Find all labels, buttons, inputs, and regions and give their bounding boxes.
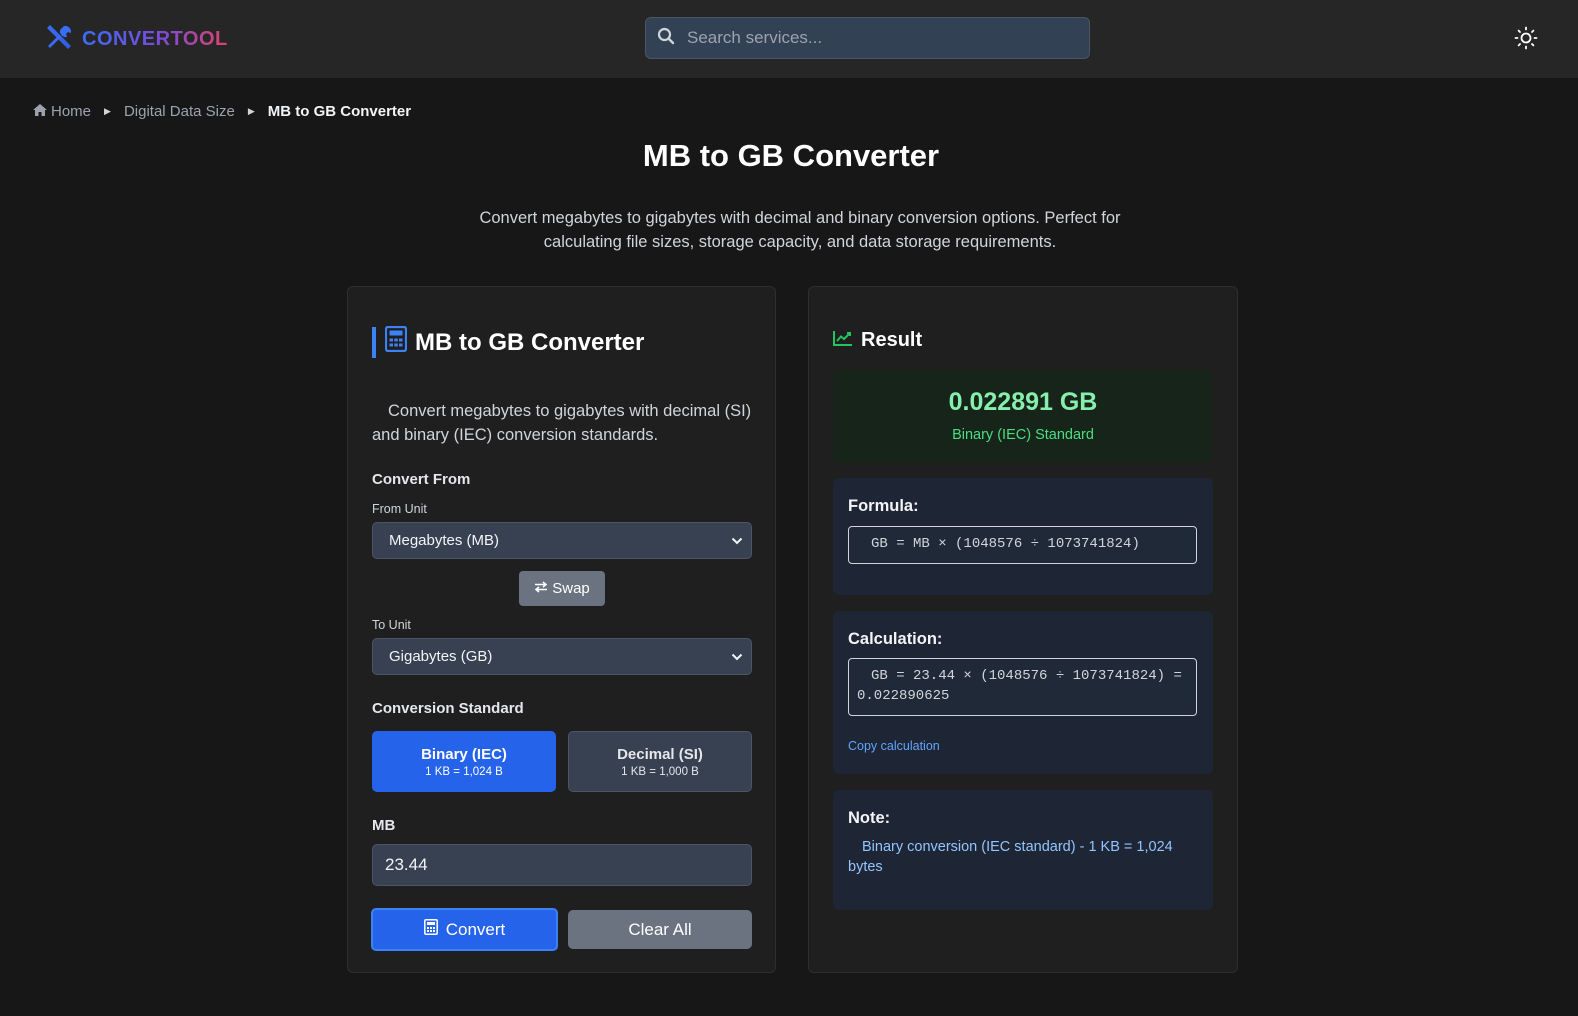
breadcrumb-category[interactable]: Digital Data Size	[124, 103, 235, 120]
converter-title: MB to GB Converter	[372, 325, 645, 359]
formula-text: GB = MB × (1048576 ÷ 1073741824)	[848, 526, 1197, 564]
search-icon	[657, 27, 675, 50]
clear-all-button[interactable]: Clear All	[568, 910, 752, 949]
search-box[interactable]	[645, 17, 1090, 59]
from-unit-select[interactable]: Megabytes (MB)	[372, 522, 752, 559]
from-unit-value: Megabytes (MB)	[389, 532, 500, 549]
breadcrumb-home-label: Home	[51, 103, 92, 120]
tools-icon	[44, 22, 74, 57]
result-standard: Binary (IEC) Standard	[952, 427, 1094, 443]
home-icon	[33, 103, 47, 120]
mb-input-label: MB	[372, 817, 396, 834]
result-display: 0.022891 GB Binary (IEC) Standard	[833, 370, 1213, 462]
result-value: 0.022891 GB	[948, 388, 1098, 416]
calculation-text: GB = 23.44 × (1048576 ÷ 1073741824) = 0.…	[848, 658, 1197, 716]
convert-from-label: Convert From	[372, 471, 471, 488]
page-description: Convert megabytes to gigabytes with deci…	[479, 209, 1121, 251]
decimal-standard-button[interactable]: Decimal (SI) 1 KB = 1,000 B	[568, 731, 752, 792]
chevron-down-icon	[731, 648, 743, 665]
binary-standard-button[interactable]: Binary (IEC) 1 KB = 1,024 B	[372, 731, 556, 792]
swap-arrows-icon	[534, 580, 548, 597]
to-unit-value: Gigabytes (GB)	[389, 648, 493, 665]
breadcrumb: Home ▶ Digital Data Size ▶ MB to GB Conv…	[33, 103, 411, 120]
converter-card: MB to GB Converter Convert megabytes to …	[347, 286, 776, 973]
formula-title: Formula:	[848, 497, 919, 515]
page-title: MB to GB Converter	[642, 138, 940, 173]
search-input[interactable]	[687, 28, 1067, 48]
chevron-right-icon: ▶	[247, 106, 255, 116]
swap-label: Swap	[552, 580, 590, 597]
convert-label: Convert	[445, 919, 506, 939]
calculator-icon	[423, 919, 438, 940]
calculation-title: Calculation:	[848, 630, 943, 648]
from-unit-label: From Unit	[372, 502, 427, 516]
to-unit-select[interactable]: Gigabytes (GB)	[372, 638, 752, 675]
mb-value-input[interactable]	[372, 844, 752, 886]
converter-intro: Convert megabytes to gigabytes with deci…	[372, 402, 752, 444]
to-unit-label: To Unit	[372, 618, 411, 632]
binary-standard-sub: 1 KB = 1,024 B	[425, 765, 503, 778]
converter-title-text: MB to GB Converter	[415, 328, 645, 356]
breadcrumb-current: MB to GB Converter	[267, 103, 412, 120]
result-title-text: Result	[861, 329, 923, 351]
swap-button[interactable]: Swap	[519, 571, 605, 606]
result-card: Result 0.022891 GB Binary (IEC) Standard…	[808, 286, 1238, 973]
copy-calculation-link[interactable]: Copy calculation	[848, 739, 940, 753]
chevron-down-icon	[731, 532, 743, 549]
decimal-standard-sub: 1 KB = 1,000 B	[621, 765, 699, 778]
top-navbar: CONVERTOOL	[0, 0, 1578, 78]
note-panel: Note: Binary conversion (IEC standard) -…	[833, 790, 1213, 910]
breadcrumb-home[interactable]: Home	[33, 103, 91, 120]
chart-line-icon	[833, 329, 853, 352]
brand-logo[interactable]: CONVERTOOL	[44, 22, 228, 57]
theme-toggle-sun-icon[interactable]	[1514, 26, 1538, 50]
calculation-panel: Calculation: GB = 23.44 × (1048576 ÷ 107…	[833, 611, 1213, 774]
binary-standard-name: Binary (IEC)	[421, 745, 507, 763]
decimal-standard-name: Decimal (SI)	[617, 745, 703, 763]
brand-name: CONVERTOOL	[82, 28, 228, 50]
conversion-standard-label: Conversion Standard	[372, 700, 524, 717]
note-title: Note:	[848, 809, 891, 827]
note-text: Binary conversion (IEC standard) - 1 KB …	[848, 839, 1173, 875]
convert-button[interactable]: Convert	[371, 908, 558, 951]
calculator-icon	[384, 325, 408, 359]
result-title: Result	[833, 329, 922, 352]
formula-panel: Formula: GB = MB × (1048576 ÷ 1073741824…	[833, 478, 1213, 595]
chevron-right-icon: ▶	[104, 106, 111, 116]
